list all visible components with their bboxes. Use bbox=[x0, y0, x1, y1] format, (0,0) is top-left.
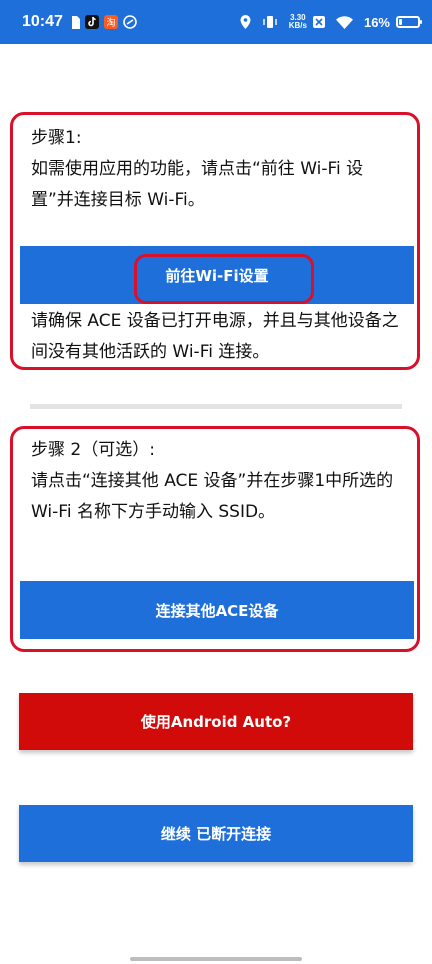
use-android-auto-label: 使用Android Auto? bbox=[140, 713, 292, 731]
sim-card-icon bbox=[71, 15, 80, 29]
status-time: 10:47 bbox=[22, 13, 63, 30]
step1-text: 步骤1: 如需使用应用的功能，请点击“前往 Wi-Fi 设置”并连接目标 Wi-… bbox=[31, 123, 401, 216]
svg-text:淘: 淘 bbox=[106, 17, 115, 29]
step1-title: 步骤1: bbox=[31, 128, 82, 148]
section-divider bbox=[30, 404, 402, 409]
network-speed-unit: KB/s bbox=[288, 21, 307, 30]
goto-wifi-settings-label: 前往Wi-Fi设置 bbox=[165, 266, 269, 285]
goto-wifi-settings-button[interactable]: 前往Wi-Fi设置 bbox=[20, 246, 414, 304]
network-speed: 3.30 KB/s bbox=[289, 14, 307, 30]
data-saver-icon bbox=[312, 16, 325, 28]
location-icon bbox=[240, 15, 251, 29]
vibrate-icon bbox=[262, 15, 278, 29]
use-android-auto-button[interactable]: 使用Android Auto? bbox=[19, 693, 413, 750]
step1-instruction: 如需使用应用的功能，请点击“前往 Wi-Fi 设置”并连接目标 Wi-Fi。 bbox=[31, 159, 364, 210]
app-icon bbox=[123, 15, 137, 29]
step1-card: 步骤1: 如需使用应用的功能，请点击“前往 Wi-Fi 设置”并连接目标 Wi-… bbox=[10, 112, 420, 370]
step2-title: 步骤 2（可选）: bbox=[31, 440, 155, 460]
step2-instruction: 请点击“连接其他 ACE 设备”并在步骤1中所选的 Wi-Fi 名称下方手动输入… bbox=[31, 471, 394, 522]
connect-other-ace-label: 连接其他ACE设备 bbox=[155, 601, 279, 620]
status-bar: 10:47 淘 3.30 KB/s 16% bbox=[0, 0, 432, 44]
home-indicator[interactable] bbox=[130, 957, 302, 961]
status-left: 10:47 淘 bbox=[22, 13, 142, 31]
continue-button[interactable]: 继续 已断开连接 bbox=[19, 805, 413, 862]
continue-label: 继续 已断开连接 bbox=[160, 825, 272, 843]
battery-fill bbox=[399, 19, 402, 25]
battery-percent: 16% bbox=[363, 14, 390, 30]
status-right: 3.30 KB/s 16% bbox=[240, 14, 422, 30]
step1-note: 请确保 ACE 设备已打开电源，并且与其他设备之间没有其他活跃的 Wi-Fi 连… bbox=[31, 311, 399, 362]
battery-icon bbox=[396, 16, 422, 28]
step2-text: 步骤 2（可选）: 请点击“连接其他 ACE 设备”并在步骤1中所选的 Wi-F… bbox=[31, 435, 401, 528]
connect-other-ace-button[interactable]: 连接其他ACE设备 bbox=[20, 581, 414, 639]
wifi-icon bbox=[335, 15, 353, 29]
taobao-icon: 淘 bbox=[103, 15, 118, 29]
step2-card: 步骤 2（可选）: 请点击“连接其他 ACE 设备”并在步骤1中所选的 Wi-F… bbox=[10, 426, 420, 652]
tiktok-icon bbox=[84, 15, 99, 29]
